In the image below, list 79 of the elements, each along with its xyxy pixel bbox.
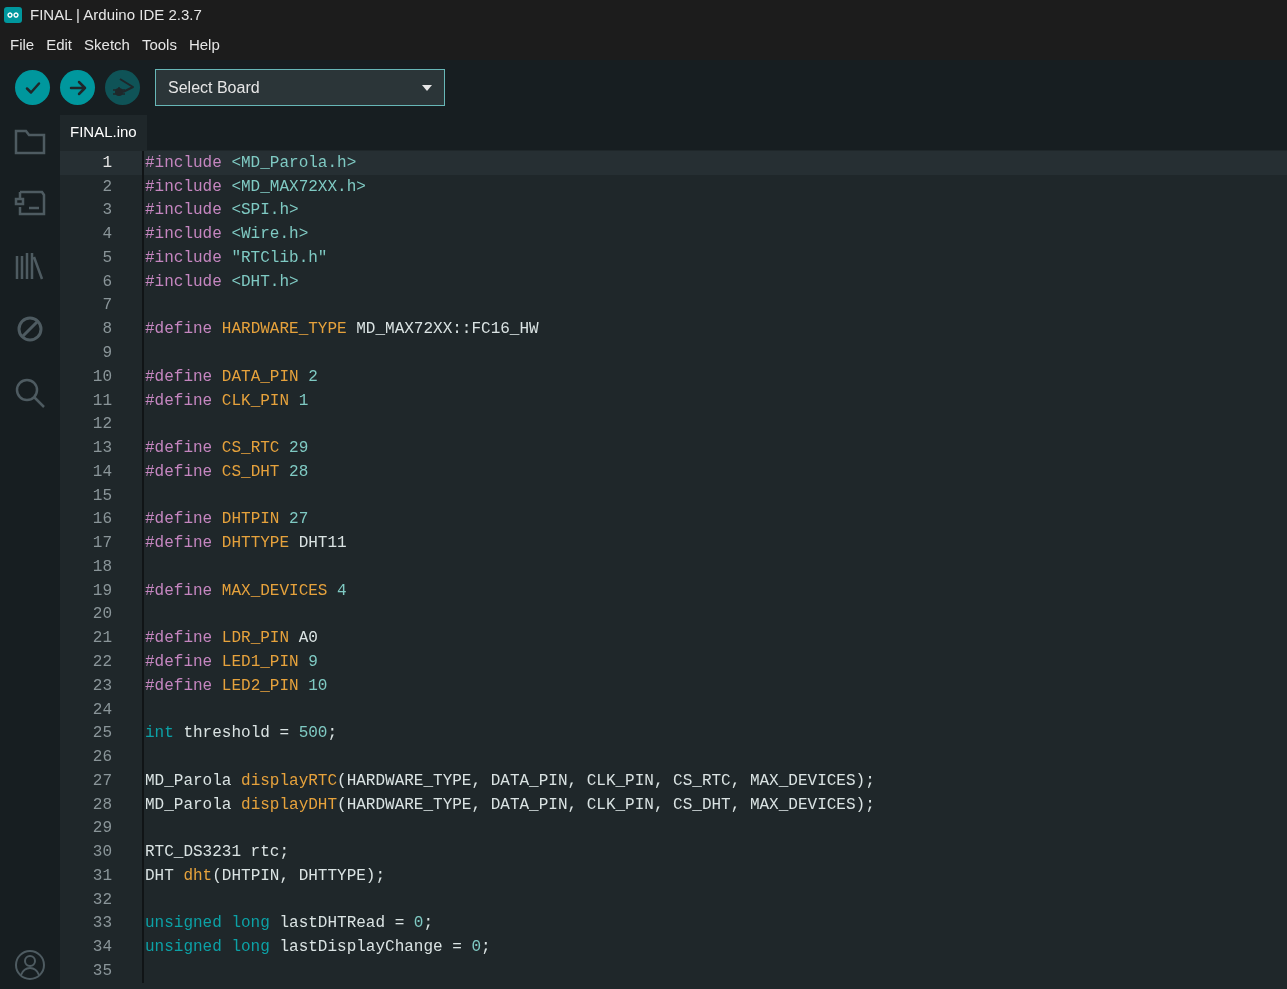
line-number: 9: [101, 343, 112, 364]
line-number: 33: [91, 913, 112, 935]
line-number: 8: [101, 319, 112, 341]
menu-item[interactable]: File: [4, 33, 41, 57]
code-line: #define DHTPIN 27: [145, 509, 309, 531]
code-line: #define CS_DHT 28: [145, 461, 309, 483]
code-line: DHT dht(DHTPIN, DHTTYPE);: [145, 865, 386, 887]
code-line: #define HARDWARE_TYPE MD_MAX72XX::FC16_HW: [145, 319, 539, 341]
code-line: RTC_DS3231 rtc;: [145, 842, 290, 864]
line-number: 25: [91, 723, 112, 745]
code-line: #include <Wire.h>: [145, 224, 309, 246]
upload-button[interactable]: [60, 70, 95, 105]
line-number: 32: [91, 889, 112, 911]
code-line: #define DATA_PIN 2: [145, 366, 318, 388]
line-number: 4: [101, 224, 112, 246]
app-logo-icon: [4, 7, 22, 23]
line-number: 1: [101, 152, 112, 174]
no-sign-icon[interactable]: [16, 315, 44, 343]
arrow-right-icon: [67, 78, 88, 97]
line-number: 14: [91, 461, 112, 483]
line-number: 20: [91, 604, 112, 626]
code-line: MD_Parola displayDHT(HARDWARE_TYPE, DATA_PIN, CLK_PIN, CS_DHT, MAX_DEVICES);: [145, 794, 875, 816]
line-number: 26: [91, 747, 112, 769]
code-line: #include <MD_Parola.h>: [145, 152, 357, 174]
line-number: 11: [91, 390, 112, 412]
window-title: FINAL | Arduino IDE 2.3.7: [30, 4, 202, 25]
play-bug-icon: [110, 76, 135, 99]
code-line: #define CLK_PIN 1: [145, 390, 309, 412]
code-line: #define LED2_PIN 10: [145, 675, 328, 697]
code-line: #define DHTTYPE DHT11: [145, 533, 347, 555]
code-line: unsigned long lastDHTRead = 0;: [145, 913, 434, 935]
account-icon[interactable]: [14, 949, 46, 981]
line-number: 23: [91, 675, 112, 697]
code-line: #define LED1_PIN 9: [145, 651, 318, 673]
code-line: #define CS_RTC 29: [145, 438, 309, 460]
code-line: int threshold = 500;: [145, 723, 338, 745]
line-number: 35: [91, 960, 112, 982]
line-number: 34: [91, 937, 112, 959]
code-line: #include <DHT.h>: [145, 271, 299, 293]
menu-item[interactable]: Edit: [40, 33, 79, 57]
line-number: 30: [91, 842, 112, 864]
search-icon[interactable]: [14, 377, 46, 409]
dropdown-caret-icon: [422, 84, 432, 91]
menu-item[interactable]: Help: [182, 33, 226, 57]
line-number: 24: [91, 699, 112, 721]
line-number: 3: [101, 200, 112, 222]
menu-item[interactable]: Tools: [135, 33, 183, 57]
line-number: 27: [91, 770, 112, 792]
code-line: #include <SPI.h>: [145, 200, 299, 222]
line-number: 29: [91, 818, 112, 840]
board-select[interactable]: Select Board: [155, 69, 445, 106]
line-number: 12: [91, 414, 112, 436]
code-line: MD_Parola displayRTC(HARDWARE_TYPE, DATA_PIN, CLK_PIN, CS_RTC, MAX_DEVICES);: [145, 770, 875, 792]
file-tab[interactable]: FINAL.ino: [60, 115, 147, 150]
line-number: 18: [91, 556, 112, 578]
code-line: #include "RTClib.h": [145, 247, 328, 269]
line-number: 10: [91, 366, 112, 388]
line-number: 21: [91, 628, 112, 650]
line-number: 16: [91, 509, 112, 531]
line-number: 5: [101, 247, 112, 269]
line-number: 22: [91, 651, 112, 673]
verify-button[interactable]: [15, 70, 50, 105]
folder-icon[interactable]: [14, 129, 46, 155]
line-number: 19: [91, 580, 112, 602]
code-line: unsigned long lastDisplayChange = 0;: [145, 937, 491, 959]
line-number: 13: [91, 438, 112, 460]
line-number: 2: [101, 176, 112, 198]
menu-item[interactable]: Sketch: [78, 33, 136, 57]
code-line: #include <MD_MAX72XX.h>: [145, 176, 366, 198]
board-icon[interactable]: [14, 189, 46, 217]
line-number: 6: [101, 271, 112, 293]
line-number: 31: [91, 865, 112, 887]
line-number: 7: [101, 295, 112, 317]
line-number: 17: [91, 533, 112, 555]
code-line: #define MAX_DEVICES 4: [145, 580, 347, 602]
line-number: 15: [91, 485, 112, 507]
line-number: 28: [91, 794, 112, 816]
code-line: #define LDR_PIN A0: [145, 628, 318, 650]
library-icon[interactable]: [14, 251, 46, 281]
